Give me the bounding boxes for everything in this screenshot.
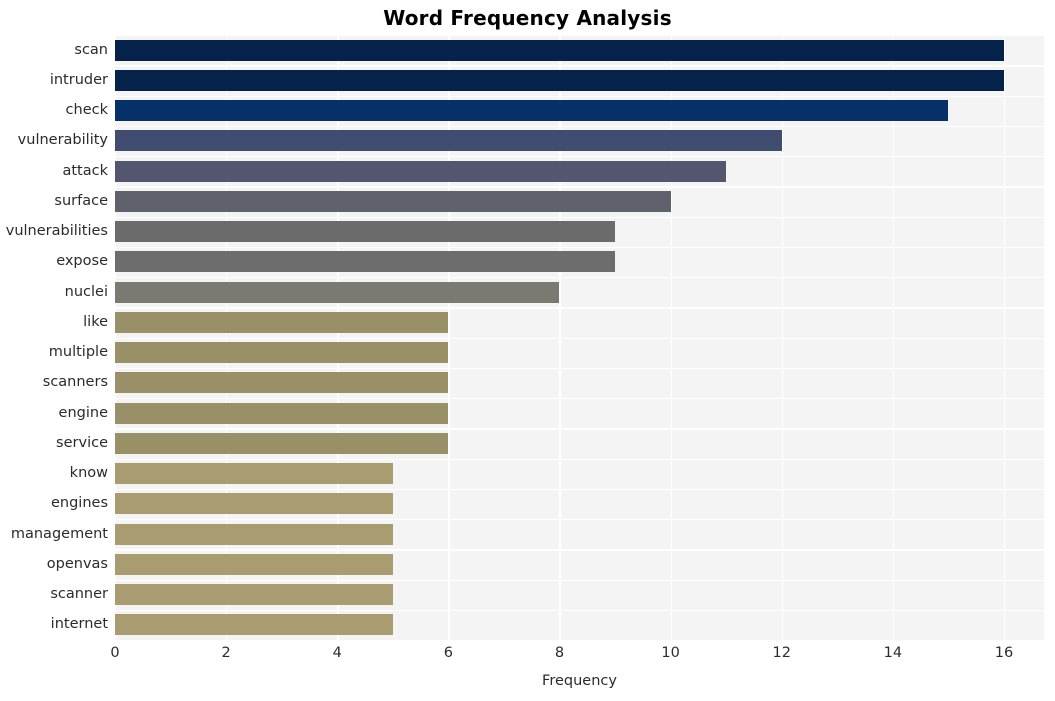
x-tick-label-12: 12 [772, 645, 791, 661]
y-tick-label-scanners: scanners [42, 374, 108, 391]
x-tick-label-10: 10 [661, 645, 680, 661]
y-tick-label-intruder: intruder [49, 71, 108, 88]
y-tick-label-multiple: multiple [48, 344, 108, 361]
y-tick-label-nuclei: nuclei [64, 283, 108, 300]
x-tick-label-6: 6 [443, 645, 453, 661]
x-tick-label-2: 2 [221, 645, 231, 661]
y-tick-label-check: check [65, 102, 108, 119]
x-tick-label-16: 16 [994, 645, 1014, 661]
y-tick-label-engine: engine [58, 404, 108, 421]
gridline-horizontal [115, 640, 1044, 642]
y-tick-label-scan: scan [74, 41, 108, 58]
x-tick-label-4: 4 [332, 645, 342, 661]
y-tick-label-vulnerability: vulnerability [17, 132, 108, 149]
chart-title: Word Frequency Analysis [383, 6, 672, 30]
y-tick-label-attack: attack [62, 162, 108, 179]
x-tick-label-14: 14 [883, 645, 903, 661]
x-tick-label-8: 8 [554, 645, 565, 661]
y-axis-tick-labels: scan intruder check vulnerability attack surf… [0, 35, 1055, 640]
y-tick-label-vulnerabilities: vulnerabilities [5, 223, 108, 240]
y-tick-label-engines: engines [50, 495, 108, 512]
y-tick-label-know: know [69, 465, 108, 482]
y-tick-label-scanner: scanner [50, 586, 108, 603]
y-tick-label-management: management [10, 525, 108, 542]
x-tick-label-0: 0 [110, 645, 120, 661]
y-tick-label-openvas: openvas [46, 555, 108, 572]
y-tick-label-surface: surface [54, 192, 108, 209]
chart-figure: Word Frequency Analysis scan intruder chec… [0, 0, 1055, 701]
y-tick-label-like: like [83, 313, 108, 330]
y-tick-label-expose: expose [56, 253, 108, 270]
y-tick-label-internet: internet [50, 616, 108, 633]
y-tick-label-service: service [56, 434, 108, 451]
x-axis-label: Frequency [542, 673, 617, 689]
